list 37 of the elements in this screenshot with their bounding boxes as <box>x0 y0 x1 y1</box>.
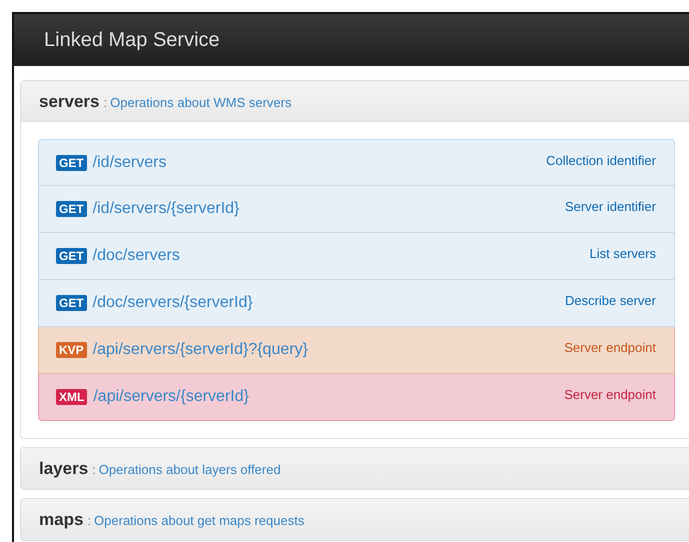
separator: : <box>87 512 92 530</box>
endpoint-path[interactable]: /api/servers/{serverId}?{query} <box>92 341 308 359</box>
endpoint-summary: List servers <box>590 246 656 261</box>
endpoint-path[interactable]: /id/servers/{serverId} <box>92 200 240 218</box>
section-header[interactable]: maps : Operations about get maps requests <box>21 499 689 540</box>
method-badge: GET <box>56 201 87 217</box>
method-badge: GET <box>56 248 87 264</box>
section-name[interactable]: maps <box>39 499 84 540</box>
method-badge: KVP <box>56 342 87 358</box>
section-header[interactable]: servers : Operations about WMS servers <box>21 81 689 122</box>
endpoint-row[interactable]: GET /id/servers/{serverId} Server identifier <box>38 186 675 233</box>
endpoint-path[interactable]: /id/servers <box>92 154 166 172</box>
endpoint-path[interactable]: /doc/servers/{serverId} <box>92 294 253 312</box>
method-badge: GET <box>56 154 87 170</box>
endpoint-row[interactable]: GET /doc/servers List servers <box>38 233 675 280</box>
endpoint-summary: Describe server <box>564 293 656 308</box>
section-name[interactable]: layers <box>39 448 88 489</box>
method-badge: XML <box>56 389 88 405</box>
section-description[interactable]: Operations about get maps requests <box>94 500 304 541</box>
app-title: Linked Map Service <box>44 28 220 52</box>
section-description[interactable]: Operations about WMS servers <box>110 82 292 123</box>
endpoint-path[interactable]: /api/servers/{serverId} <box>93 388 249 406</box>
separator: : <box>104 94 108 112</box>
section-header[interactable]: layers : Operations about layers offered <box>21 448 689 489</box>
endpoint-row[interactable]: KVP /api/servers/{serverId}?{query} Server endpoint <box>38 327 675 374</box>
endpoint-row[interactable]: XML /api/servers/{serverId} Server endpoint <box>38 374 675 421</box>
section-description[interactable]: Operations about layers offered <box>98 449 281 490</box>
endpoint-row[interactable]: GET /id/servers Collection identifier <box>38 139 675 186</box>
endpoint-summary: Collection identifier <box>546 153 656 168</box>
endpoint-summary: Server identifier <box>564 199 656 214</box>
separator: : <box>92 461 96 479</box>
method-badge: GET <box>56 295 87 311</box>
section-name[interactable]: servers <box>39 81 100 122</box>
endpoint-path[interactable]: /doc/servers <box>92 247 180 265</box>
endpoint-summary: Server endpoint <box>564 340 656 355</box>
endpoint-summary: Server endpoint <box>564 387 656 402</box>
endpoint-row[interactable]: GET /doc/servers/{serverId} Describe server <box>38 280 675 327</box>
